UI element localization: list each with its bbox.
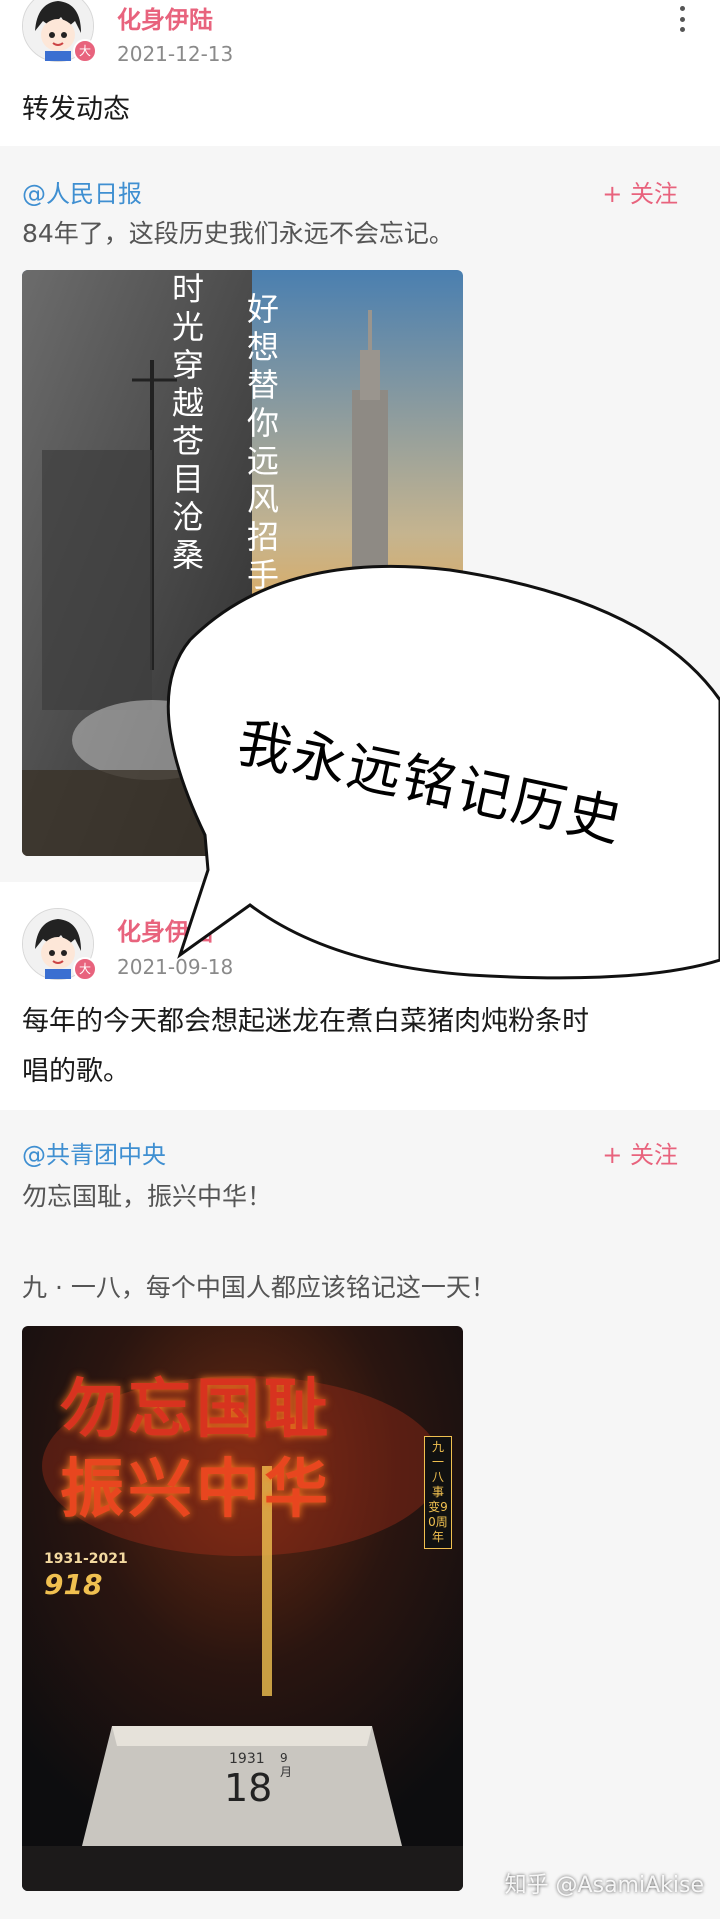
more-vertical-icon xyxy=(679,6,685,11)
avatar[interactable]: 大 xyxy=(22,0,97,63)
calendar-day: 18 xyxy=(224,1766,273,1810)
post-text-line2: 唱的歌。 xyxy=(22,1056,130,1087)
calendar-year: 1931 xyxy=(229,1751,265,1767)
follow-button[interactable]: + 关注 xyxy=(602,174,678,209)
author-name[interactable]: 化身伊陆 xyxy=(117,912,213,947)
calendar-month: 9月 xyxy=(280,1751,293,1779)
poster-title-line2: 振兴中华 xyxy=(60,1452,332,1527)
poster-number: 918 xyxy=(44,1568,103,1601)
poster-years: 1931-2021 xyxy=(44,1551,128,1567)
memorial-poster-image[interactable]: 勿忘国耻 振兴中华 九一八事变90周年 1931-2021 918 1931 1… xyxy=(22,1326,463,1891)
poster-title-line1: 勿忘国耻 xyxy=(60,1372,332,1447)
poster-side-label: 九一八事变90周年 xyxy=(424,1436,452,1549)
post-date: 2021-09-18 xyxy=(117,955,234,979)
post-text: 转发动态 xyxy=(22,94,130,125)
more-options-button[interactable] xyxy=(672,4,692,34)
verified-badge: 大 xyxy=(73,957,97,981)
repost-text: 勿忘国耻，振兴中华！ xyxy=(22,1182,273,1211)
repost-text: 九 · 一八，每个中国人都应该铭记这一天！ xyxy=(22,1273,496,1302)
repost-text: 84年了，这段历史我们永远不会忘记。 xyxy=(22,219,454,248)
repost-author-link[interactable]: @共青团中央 xyxy=(22,1135,166,1170)
watermark: 知乎 @AsamiAkise xyxy=(504,1873,704,1898)
verified-badge: 大 xyxy=(73,39,97,63)
avatar[interactable]: 大 xyxy=(22,908,97,981)
calligraphy-right: 好想替你远风招手 xyxy=(247,290,280,594)
calligraphy-left: 时光穿越苍目沧桑 xyxy=(172,270,205,574)
post-date: 2021-12-13 xyxy=(117,42,234,66)
post-text-line1: 每年的今天都会想起迷龙在煮白菜猪肉炖粉条时 xyxy=(22,1006,589,1037)
author-name[interactable]: 化身伊陆 xyxy=(117,0,213,35)
follow-button[interactable]: + 关注 xyxy=(602,1135,678,1170)
repost-author-link[interactable]: @人民日报 xyxy=(22,174,142,209)
